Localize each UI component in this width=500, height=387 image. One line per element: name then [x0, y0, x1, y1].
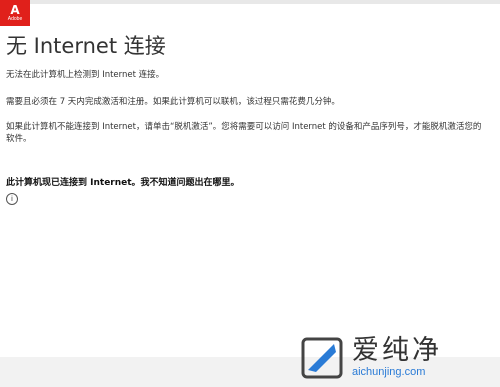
connected-now-link[interactable]: 此计算机现已连接到 Internet。我不知道问题出在哪里。: [6, 175, 240, 188]
top-strip: [0, 0, 500, 4]
watermark: 爱纯净 aichunjing.com: [300, 330, 498, 385]
message-offline-activation: 如果此计算机不能连接到 Internet，请单击“脱机激活”。您将需要可以访问 …: [6, 122, 482, 144]
adobe-logo: A Adobe: [0, 0, 30, 26]
message-no-connection: 无法在此计算机上检测到 Internet 连接。: [6, 70, 165, 80]
adobe-logo-word: Adobe: [7, 16, 23, 22]
adobe-logo-glyph: A: [10, 3, 20, 17]
watermark-logo-icon: [300, 336, 344, 380]
page-title: 无 Internet 连接: [6, 34, 166, 58]
info-icon[interactable]: i: [6, 193, 18, 205]
message-activation-deadline: 需要且必须在 7 天内完成激活和注册。如果此计算机可以联机，该过程只需花费几分钟…: [6, 97, 340, 107]
watermark-name: 爱纯净: [352, 335, 442, 366]
watermark-url: aichunjing.com: [352, 366, 426, 378]
